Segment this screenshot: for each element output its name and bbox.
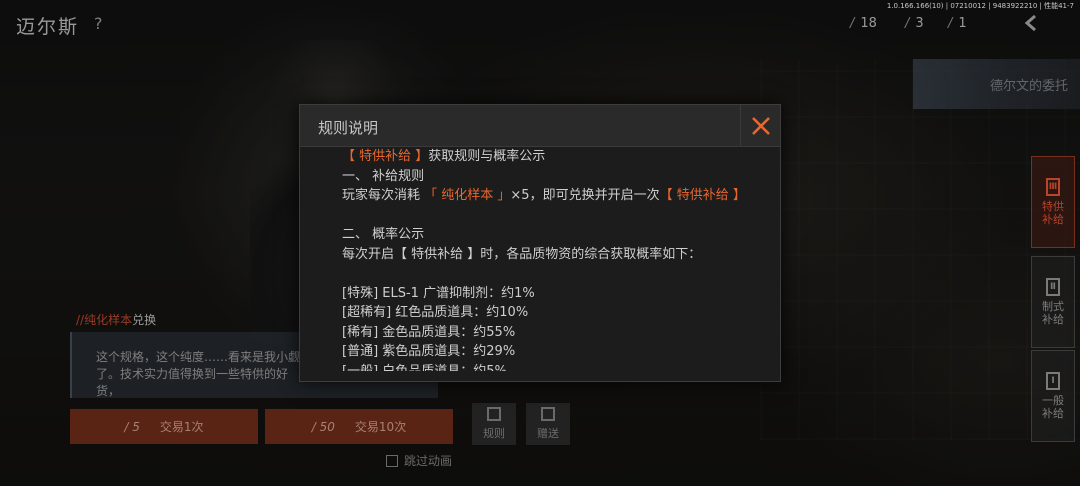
skip-animation-checkbox[interactable]: [386, 454, 398, 467]
resource-icon: /: [905, 16, 910, 31]
exchange-title: //纯化样本兑换: [76, 313, 157, 327]
exchange-title-highlight: 纯化样本: [84, 313, 133, 327]
trade-label: 交易1次: [159, 420, 204, 434]
tab-special-supply[interactable]: Ⅲ 特供补给: [1031, 156, 1075, 248]
tab-standard-supply[interactable]: Ⅱ 制式补给: [1031, 256, 1075, 348]
tab-label: 特供补给: [1042, 200, 1064, 226]
rule-line: 二、 概率公示: [342, 227, 425, 242]
resource-count: 1: [958, 16, 967, 31]
version-text: 1.0.166.166(10) | 07210012 | 9483922210 …: [886, 2, 1074, 10]
trade-cost: / 5: [124, 419, 140, 434]
gift-icon: [541, 407, 555, 421]
rules-label: 规则: [483, 427, 505, 440]
modal-title: 规则说明: [318, 119, 379, 137]
resource-count: 18: [860, 16, 877, 31]
tier-one-icon: Ⅰ: [1046, 372, 1060, 390]
skip-animation-toggle[interactable]: 跳过动画: [386, 452, 452, 469]
gift-button[interactable]: 赠送: [526, 403, 570, 445]
prob-line: [普通] 紫色品质道具：约29%: [342, 344, 516, 359]
commission-label: 德尔文的委托: [989, 79, 1068, 94]
modal-header: 规则说明: [300, 105, 780, 147]
resource-counter: / 18: [850, 16, 877, 31]
exchange-title-rest: 兑换: [132, 313, 157, 327]
exchange-description: 这个规格，这个纯度……看来是我小觑了。技术实力值得换到一些特供的好货，: [96, 350, 301, 398]
resource-count: 3: [915, 16, 924, 31]
trade-label: 交易10次: [354, 420, 407, 434]
tier-two-icon: Ⅱ: [1046, 278, 1060, 296]
rule-line: 一、 补给规则: [342, 168, 425, 184]
trade-once-button[interactable]: / 5 交易1次: [70, 409, 258, 444]
skip-animation-label: 跳过动画: [404, 454, 453, 468]
tab-label: 一般补给: [1042, 394, 1064, 420]
back-arrow-icon[interactable]: [1022, 14, 1040, 32]
prob-line: [特殊] ELS-1 广谱抑制剂：约1%: [342, 285, 535, 301]
rule-line: 玩家每次消耗 「 纯化样本 」×5，即可兑换并开启一次【 特供补给 】: [342, 188, 746, 203]
rule-line: 【 特供补给 】获取规则与概率公示: [342, 149, 546, 164]
rule-line: 每次开启【 特供补给 】时，各品质物资的综合获取概率如下：: [342, 246, 702, 262]
resource-counter: / 1: [948, 16, 967, 31]
tab-label: 制式补给: [1042, 300, 1064, 326]
modal-body[interactable]: 【 特供补给 】获取规则与概率公示 一、 补给规则 玩家每次消耗 「 纯化样本 …: [342, 147, 752, 371]
prob-line: [一般] 白色品质道具：约5%: [342, 363, 507, 372]
rules-button[interactable]: 规则: [472, 403, 516, 445]
prob-line: [超稀有] 红色品质道具：约10%: [342, 305, 529, 320]
trade-ten-button[interactable]: / 50 交易10次: [265, 409, 453, 444]
resource-icon: /: [948, 16, 953, 31]
tab-general-supply[interactable]: Ⅰ 一般补给: [1031, 350, 1075, 442]
gift-label: 赠送: [537, 427, 559, 440]
resource-icon: /: [850, 16, 855, 31]
close-icon: [751, 117, 770, 135]
close-button[interactable]: [740, 105, 780, 147]
rules-icon: [487, 407, 501, 421]
commission-card[interactable]: 德尔文的委托: [913, 59, 1080, 109]
help-icon[interactable]: ?: [94, 14, 103, 33]
resource-counter: / 3: [905, 16, 924, 31]
prob-line: [稀有] 金色品质道具：约55%: [342, 324, 516, 340]
page-title: 迈尔斯: [16, 16, 80, 38]
tier-three-icon: Ⅲ: [1046, 178, 1060, 196]
rules-modal: 规则说明 【 特供补给 】获取规则与概率公示 一、 补给规则 玩家每次消耗 「 …: [299, 104, 781, 382]
trade-cost: / 50: [311, 419, 335, 434]
